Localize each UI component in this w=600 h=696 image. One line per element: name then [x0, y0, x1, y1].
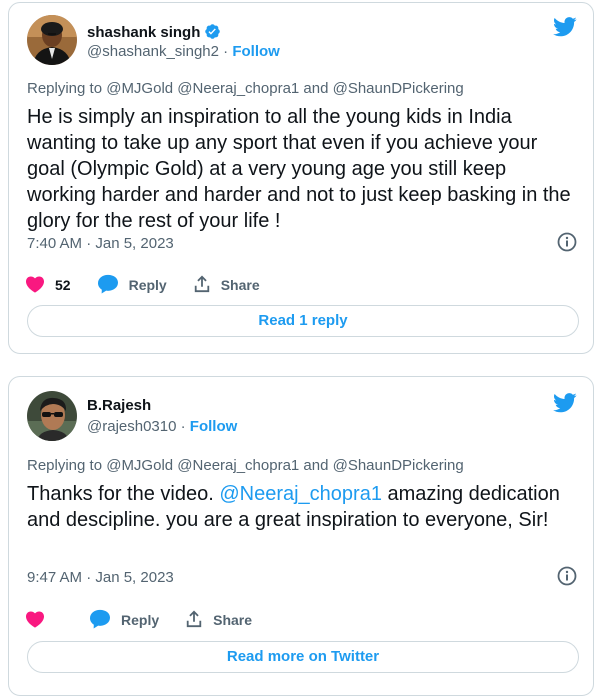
share-label: Share	[213, 612, 253, 628]
read-replies-button[interactable]: Read 1 reply	[27, 305, 579, 337]
separator-dot: ·	[180, 418, 186, 435]
share-icon	[193, 275, 221, 296]
info-icon[interactable]	[557, 566, 577, 591]
author-name[interactable]: shashank singh	[87, 23, 221, 44]
author-name[interactable]: B.Rajesh	[87, 397, 151, 414]
reply-bubble-icon	[97, 274, 129, 297]
tweet-text: He is simply an inspiration to all the y…	[27, 106, 571, 232]
twitter-bird-icon[interactable]	[553, 17, 577, 42]
reply-button[interactable]: Reply	[97, 274, 167, 297]
share-button[interactable]: Share	[193, 275, 260, 296]
handle-row: @shashank_singh2 · Follow	[87, 43, 280, 60]
replying-to[interactable]: Replying to @MJGold @Neeraj_chopra1 and …	[27, 457, 464, 474]
read-more-button[interactable]: Read more on Twitter	[27, 641, 579, 673]
author-handle[interactable]: @shashank_singh2	[87, 43, 219, 60]
replying-to[interactable]: Replying to @MJGold @Neeraj_chopra1 and …	[27, 80, 464, 97]
tweet-card[interactable]: shashank singh @shashank_singh2 · Follow…	[8, 2, 594, 354]
follow-button[interactable]: Follow	[190, 418, 238, 435]
avatar[interactable]	[27, 391, 77, 441]
timestamp[interactable]: 9:47 AM · Jan 5, 2023	[27, 569, 174, 586]
reply-button[interactable]: Reply	[89, 609, 159, 632]
tweet-text: Thanks for the video. @Neeraj_chopra1 am…	[27, 481, 575, 533]
tweet-actions: Reply Share	[25, 608, 278, 632]
tweet-actions: 52 Reply Share	[25, 273, 286, 297]
author-name-text[interactable]: shashank singh	[87, 24, 200, 41]
timestamp[interactable]: 7:40 AM · Jan 5, 2023	[27, 235, 174, 252]
mention-link[interactable]: @Neeraj_chopra1	[219, 483, 382, 505]
info-icon[interactable]	[557, 232, 577, 257]
tweet-text-part: Thanks for the video.	[27, 483, 220, 505]
tweet-card[interactable]: B.Rajesh @rajesh0310 · Follow Replying t…	[8, 376, 594, 696]
avatar[interactable]	[27, 15, 77, 65]
like-count: 52	[55, 277, 71, 293]
heart-icon	[25, 275, 55, 296]
reply-bubble-icon	[89, 609, 121, 632]
separator-dot: ·	[223, 43, 229, 60]
author-handle[interactable]: @rajesh0310	[87, 418, 176, 435]
like-button[interactable]	[25, 610, 55, 631]
like-button[interactable]: 52	[25, 275, 71, 296]
heart-icon	[25, 610, 55, 631]
share-button[interactable]: Share	[185, 610, 252, 631]
handle-row: @rajesh0310 · Follow	[87, 418, 237, 435]
reply-label: Reply	[128, 277, 167, 293]
share-icon	[185, 610, 213, 631]
verified-badge-icon	[204, 23, 221, 44]
share-label: Share	[220, 277, 260, 293]
reply-label: Reply	[121, 612, 160, 628]
twitter-bird-icon[interactable]	[553, 393, 577, 418]
follow-button[interactable]: Follow	[232, 43, 280, 60]
